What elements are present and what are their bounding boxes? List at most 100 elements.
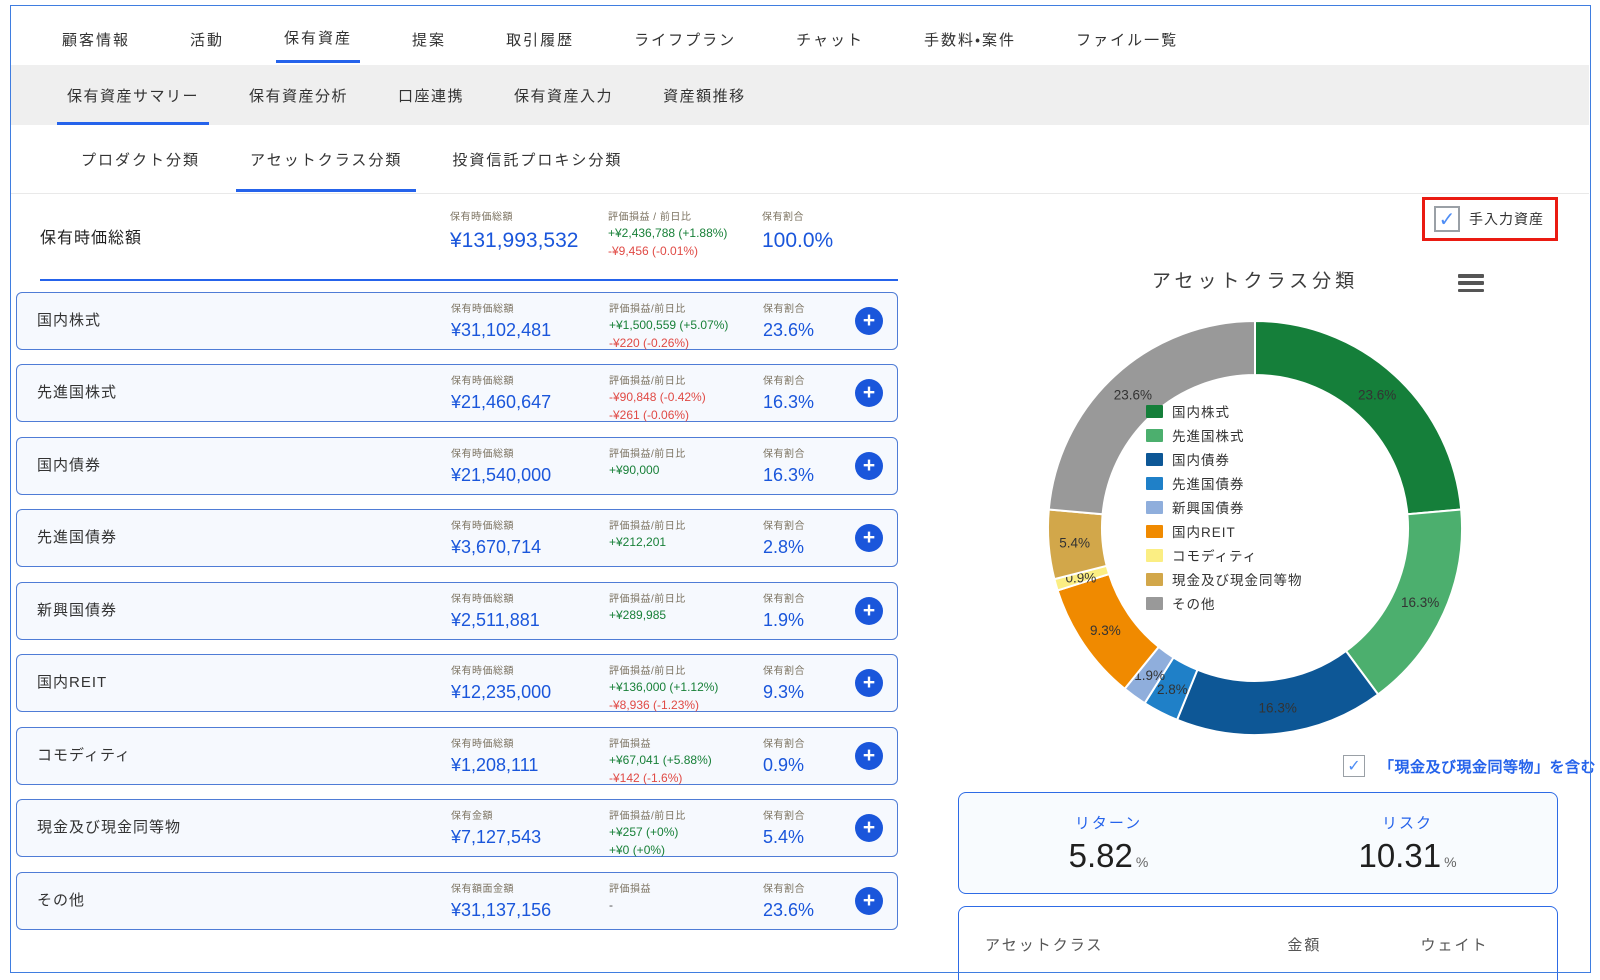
asset-weights-table: アセットクラス 金額 ウェイト [958, 906, 1558, 980]
amount-column-label: 保有時価総額 [451, 449, 514, 460]
gain-column-label: 評価損益/前日比 [609, 521, 686, 532]
amount-value: ¥1,208,111 [451, 755, 539, 775]
ratio-value: 1.9% [763, 610, 805, 630]
tab-holdings[interactable]: 保有資産 [276, 17, 361, 63]
gain-value: -¥8,936 (-1.23%) [609, 698, 700, 712]
ratio-column-label: 保有割合 [763, 739, 805, 750]
gain-column-label: 評価損益/前日比 [609, 594, 686, 605]
ratio-value: 2.8% [763, 537, 805, 557]
legend-swatch-icon [1146, 548, 1163, 562]
ratio-column-label: 保有割合 [763, 304, 805, 315]
expand-row-button[interactable]: + [855, 669, 883, 697]
legend-label: 国内債券 [1172, 453, 1230, 468]
tab-asset-trend[interactable]: 資産額推移 [653, 66, 756, 125]
expand-row-button[interactable]: + [855, 452, 883, 480]
asset-name: 先進国債券 [37, 529, 118, 546]
primary-nav: 顧客情報 活動 保有資産 提案 取引履歴 ライフプラン チャット 手数料・案件 … [54, 17, 1186, 63]
amount-value: ¥31,102,481 [451, 320, 552, 340]
risk-value: 10.31 [1358, 836, 1442, 874]
ratio-value: 9.3% [763, 682, 805, 702]
legend-item: 先進国株式 [1146, 428, 1303, 444]
legend-item: 新興国債券 [1146, 500, 1303, 516]
expand-row-button[interactable]: + [855, 887, 883, 915]
amount-column-label: 保有時価総額 [451, 521, 514, 532]
asset-name: 国内債券 [37, 457, 102, 474]
slice-percent-label: 5.4% [1059, 536, 1090, 551]
amount-value: ¥3,670,714 [451, 537, 542, 557]
expand-row-button[interactable]: + [855, 814, 883, 842]
asset-name: 現金及び現金同等物 [37, 819, 182, 836]
legend-label: その他 [1172, 597, 1216, 612]
manual-input-assets-checkbox[interactable]: ✓ 手入力資産 [1422, 197, 1558, 241]
asset-row-cash: 現金及び現金同等物 保有金額 ¥7,127,543 評価損益/前日比 +¥257 (… [16, 799, 898, 857]
tab-product-classification[interactable]: プロダクト分類 [67, 127, 214, 192]
asset-row-developed-equity: 先進国株式 保有時価総額 ¥21,460,647 評価損益/前日比 -¥90,848… [16, 364, 898, 422]
expand-row-button[interactable]: + [855, 524, 883, 552]
legend-swatch-icon [1146, 428, 1163, 442]
total-title: 保有時価総額 [40, 230, 143, 247]
amount-column-label: 保有時価総額 [451, 376, 514, 387]
tab-holdings-input[interactable]: 保有資産入力 [504, 66, 623, 125]
include-cash-checkbox[interactable]: ✓ 「現金及び現金同等物」を含む [1343, 755, 1596, 777]
ratio-column-label: 保有割合 [763, 884, 805, 895]
total-summary: 保有時価総額 保有時価総額 ¥131,993,532 評価損益 / 前日比 +¥… [16, 196, 900, 278]
gain-value: +¥1,500,559 (+5.07%) [609, 318, 729, 332]
amount-column-label: 保有時価総額 [451, 739, 514, 750]
expand-row-button[interactable]: + [855, 597, 883, 625]
return-value: 5.82 [1068, 836, 1133, 874]
ratio-value: 16.3% [763, 465, 815, 485]
legend-item: コモディティ [1146, 548, 1303, 564]
ratio-value: 0.9% [763, 755, 805, 775]
tab-life-plan[interactable]: ライフプラン [626, 19, 744, 62]
tab-proposal[interactable]: 提案 [404, 19, 454, 62]
return-unit: % [1135, 853, 1149, 870]
tab-activity[interactable]: 活動 [182, 19, 232, 62]
tab-file-list[interactable]: ファイル一覧 [1068, 19, 1186, 62]
tab-holdings-analysis[interactable]: 保有資産分析 [239, 66, 358, 125]
risk-label: リスク [1381, 814, 1433, 832]
tab-holdings-summary[interactable]: 保有資産サマリー [57, 66, 210, 125]
column-header-weight: ウェイト [1420, 937, 1489, 954]
chart-menu-icon[interactable] [1458, 272, 1484, 294]
gain-value: -¥261 (-0.06%) [609, 408, 690, 422]
tab-fund-proxy-classification[interactable]: 投資信託プロキシ分類 [438, 127, 636, 192]
total-gain-line: -¥9,456 (-0.01%) [608, 244, 699, 258]
expand-row-button[interactable]: + [855, 307, 883, 335]
tab-transaction-history[interactable]: 取引履歴 [498, 19, 582, 62]
gain-value: +¥67,041 (+5.88%) [609, 753, 712, 767]
legend-item: 国内株式 [1146, 404, 1303, 420]
tab-customer-info[interactable]: 顧客情報 [54, 19, 138, 62]
asset-row-domestic-equity: 国内株式 保有時価総額 ¥31,102,481 評価損益/前日比 +¥1,500,5… [16, 292, 898, 350]
asset-row-commodity: コモディティ 保有時価総額 ¥1,208,111 評価損益 +¥67,041 (+5… [16, 727, 898, 785]
slice-percent-label: 16.3% [1259, 701, 1297, 716]
legend-swatch-icon [1146, 572, 1163, 586]
expand-row-button[interactable]: + [855, 379, 883, 407]
legend-item: 国内債券 [1146, 452, 1303, 468]
expand-row-button[interactable]: + [855, 742, 883, 770]
ratio-column-label: 保有割合 [763, 594, 805, 605]
asset-row-other: その他 保有額面金額 ¥31,137,156 評価損益 - 保有割合 23.6% + [16, 872, 898, 930]
asset-name: 国内株式 [37, 312, 102, 329]
return-risk-panel: リターン 5.82% リスク 10.31% [958, 792, 1558, 894]
tab-fees-cases[interactable]: 手数料・案件 [916, 19, 1024, 62]
legend-swatch-icon [1146, 452, 1163, 466]
gain-column-label: 評価損益/前日比 [609, 811, 686, 822]
ratio-column-label: 保有割合 [763, 376, 805, 387]
gain-value: +¥289,985 [609, 608, 667, 622]
tab-asset-class-classification[interactable]: アセットクラス分類 [236, 127, 417, 192]
asset-name: 先進国株式 [37, 384, 118, 401]
gain-column-label: 評価損益/前日比 [609, 376, 686, 387]
legend-label: 先進国債券 [1172, 477, 1245, 492]
include-cash-label: 「現金及び現金同等物」を含む [1379, 758, 1597, 776]
tab-account-link[interactable]: 口座連携 [388, 66, 474, 125]
ratio-column-label: 保有割合 [763, 521, 805, 532]
total-amount: ¥131,993,532 [450, 229, 579, 252]
legend-item: その他 [1146, 596, 1303, 612]
slice-percent-label: 2.8% [1157, 682, 1188, 697]
gain-value: -¥220 (-0.26%) [609, 336, 690, 350]
amount-column-label: 保有額面金額 [451, 884, 514, 895]
plus-icon: + [862, 309, 876, 332]
ratio-column-label: 保有割合 [762, 212, 804, 223]
risk-unit: % [1444, 853, 1457, 870]
tab-chat[interactable]: チャット [788, 19, 872, 62]
